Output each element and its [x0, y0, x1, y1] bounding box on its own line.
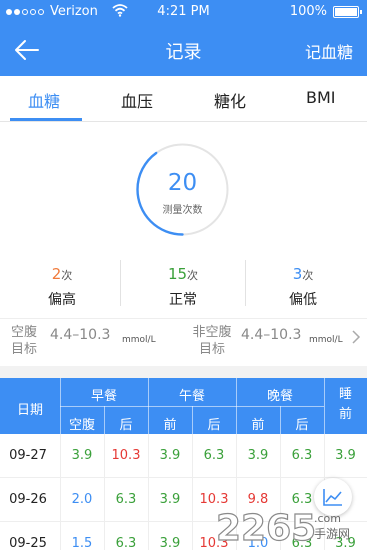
header-bedtime-line: 前 — [338, 407, 352, 422]
stat-low[interactable]: 3次 偏低 — [243, 264, 363, 309]
header-dinner: 晚餐 — [266, 389, 293, 404]
tab-hba1c[interactable]: 糖化 — [214, 88, 246, 112]
glucose-value-cell: 3.9 — [247, 448, 269, 463]
glucose-value-cell: 3.9 — [159, 448, 181, 463]
chevron-right-icon[interactable] — [351, 329, 361, 345]
glucose-value-cell: 3.9 — [71, 448, 93, 463]
tab-bmi[interactable]: BMI — [306, 88, 336, 107]
stat-high-unit: 次 — [61, 269, 73, 282]
divider — [120, 260, 121, 306]
glucose-value-cell: 1.5 — [71, 536, 93, 550]
label-line: 非空腹 — [192, 325, 232, 340]
header-bedtime: 睡 前 — [324, 385, 367, 425]
measurement-count: 20 — [167, 170, 198, 196]
stat-normal[interactable]: 15次 正常 — [123, 264, 243, 309]
site-watermark: 2265 .com 手游网 — [215, 507, 350, 549]
stat-high-count: 2 — [51, 265, 62, 283]
label-line: 目标 — [10, 342, 37, 357]
header-lunch-after: 后 — [207, 418, 221, 433]
nonfasting-target-label: 非空腹 目标 — [190, 324, 234, 358]
glucose-value-cell: 10.3 — [111, 448, 141, 463]
battery-percent: 100% — [289, 4, 327, 19]
glucose-value-cell: 6.3 — [291, 448, 313, 463]
fasting-target-label: 空腹 目标 — [8, 324, 40, 358]
stat-normal-count: 15 — [167, 265, 188, 283]
header-lunch: 午餐 — [178, 389, 205, 404]
header-date: 日期 — [16, 403, 43, 418]
target-range-row[interactable]: 空腹 目标 4.4–10.3 mmol/L 非空腹 目标 4.4–10.3 mm… — [0, 318, 367, 362]
fasting-target-value: 4.4–10.3 — [50, 327, 111, 343]
active-tab-indicator — [10, 118, 82, 121]
header-dinner-before: 前 — [251, 418, 265, 433]
label-line: 空腹 — [10, 325, 37, 340]
fasting-target-unit: mmol/L — [122, 335, 156, 345]
header-breakfast-fasting: 空腹 — [68, 418, 95, 433]
battery-icon — [333, 6, 362, 18]
tab-blood-pressure[interactable]: 血压 — [121, 88, 153, 112]
header-lunch-before: 前 — [163, 418, 177, 433]
summary-panel: 20 测量次数 2次 偏高 15次 正常 3次 偏低 空腹 目标 4.4–10.… — [0, 122, 367, 377]
glucose-value-cell: 6.3 — [115, 492, 137, 507]
measurement-count-label: 测量次数 — [162, 205, 203, 216]
stat-low-label: 偏低 — [289, 292, 317, 308]
watermark-number: 2265 — [216, 508, 316, 549]
stat-normal-unit: 次 — [187, 269, 199, 282]
nonfasting-target-value: 4.4–10.3 — [241, 327, 302, 343]
nav-bar: 记录 记血糖 — [0, 24, 367, 76]
row-date: 09-27 — [9, 448, 47, 463]
stat-high-label: 偏高 — [48, 292, 76, 308]
row-date: 09-25 — [9, 536, 47, 550]
table-row[interactable]: 09-27 3.9 10.3 3.9 6.3 3.9 6.3 3.9 — [0, 434, 367, 478]
header-dinner-after: 后 — [295, 418, 309, 433]
header-bedtime-line: 睡 — [338, 387, 352, 402]
label-line: 目标 — [198, 342, 225, 357]
glucose-value-cell: 6.3 — [115, 536, 137, 550]
section-gap — [0, 366, 367, 378]
glucose-value-cell: 3.9 — [335, 448, 356, 463]
stat-low-count: 3 — [292, 265, 303, 283]
tab-bar: 血糖 血压 糖化 BMI — [0, 76, 367, 122]
status-bar: Verizon 4:21 PM 100% — [0, 0, 367, 24]
record-glucose-button[interactable]: 记血糖 — [305, 39, 353, 63]
nonfasting-target-unit: mmol/L — [309, 335, 343, 345]
header-breakfast: 早餐 — [90, 389, 117, 404]
tab-blood-glucose[interactable]: 血糖 — [28, 88, 60, 112]
row-date: 09-26 — [9, 492, 47, 507]
watermark-caption: 手游网 — [314, 527, 350, 541]
glucose-value-cell: 6.3 — [203, 448, 225, 463]
glucose-value-cell: 3.9 — [159, 536, 181, 550]
stat-low-unit: 次 — [302, 269, 314, 282]
glucose-value-cell: 3.9 — [159, 492, 181, 507]
stat-high[interactable]: 2次 偏高 — [2, 264, 122, 309]
table-header: 日期 早餐 午餐 晚餐 睡 前 空腹 后 前 后 前 后 — [0, 378, 367, 434]
header-breakfast-after: 后 — [119, 418, 133, 433]
glucose-value-cell: 2.0 — [71, 492, 93, 507]
stat-normal-label: 正常 — [169, 292, 197, 308]
watermark-domain: .com — [314, 512, 341, 525]
